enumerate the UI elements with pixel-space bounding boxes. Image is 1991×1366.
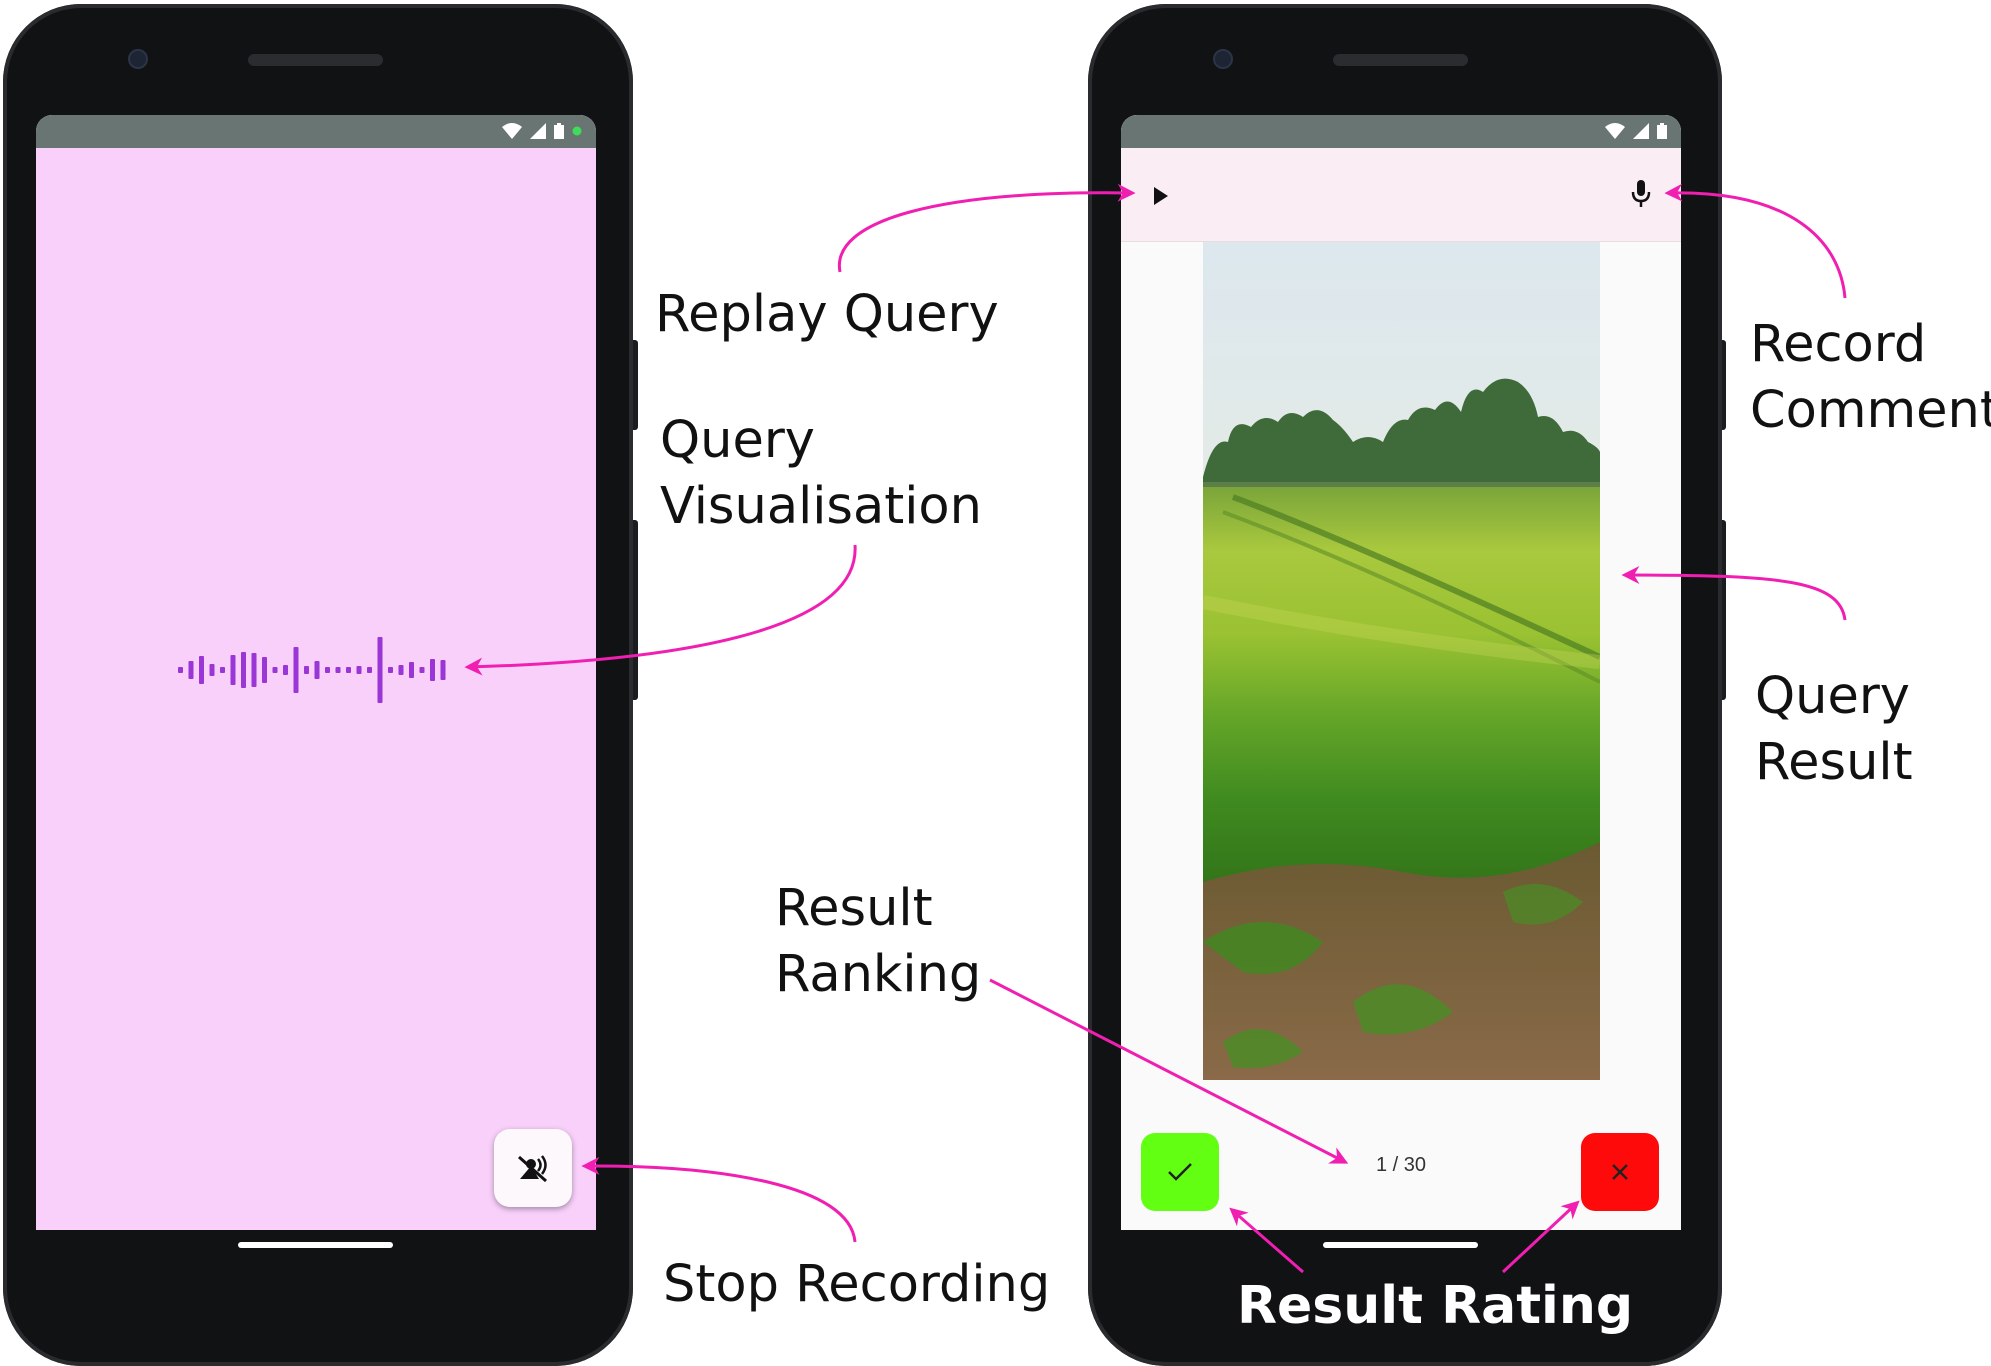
signal-icon [1633,123,1649,139]
label-record-comment-1: Record [1750,315,1927,374]
play-icon [1154,187,1168,205]
label-query-result-1: Query [1755,667,1910,726]
label-query-result-2: Result [1755,733,1913,792]
right-phone-camera [1213,49,1233,69]
waveform-bar [325,667,330,673]
wifi-icon [1605,123,1625,139]
signal-icon [530,123,546,139]
waveform-bar [314,661,320,679]
label-stop-recording: Stop Recording [663,1255,1051,1314]
waveform-bar [241,652,246,688]
mic-off-icon [518,1155,547,1183]
wifi-icon [502,123,522,139]
result-ranking: 1 / 30 [1376,1154,1427,1176]
label-query-visualisation-1: Query [660,411,815,470]
record-comment-button[interactable] [1621,174,1661,214]
waveform-bar [283,665,288,675]
waveform-bar [346,667,351,673]
waveform-bar [230,655,236,685]
right-phone-speaker [1333,54,1468,66]
waveform-bar [220,667,225,673]
waveform-bar [356,666,362,674]
status-bar [1121,115,1681,148]
waveform-bar [293,647,299,693]
battery-icon [554,123,564,139]
waveform-bar [251,653,257,687]
right-screen: 1 / 30 [1121,115,1681,1230]
waveform-bar [304,666,309,674]
right-home-indicator [1323,1242,1478,1248]
stop-recording-button[interactable] [494,1129,572,1207]
mic-icon [1631,180,1651,207]
left-screen [36,115,596,1230]
waveform-bar [188,661,194,679]
label-replay-query: Replay Query [655,285,999,344]
rating-bar: 1 / 30 [1121,1081,1681,1230]
waveform-bar [430,659,435,681]
waveform-bar [388,667,393,673]
left-phone [3,4,633,1366]
label-record-comment-2: Comment [1750,381,1991,440]
accept-result-button[interactable] [1141,1133,1219,1211]
label-result-ranking-1: Result [775,879,933,938]
waveform-bar [209,664,215,676]
right-phone: 1 / 30 [1088,4,1722,1366]
waveform-bar [178,667,183,673]
left-home-indicator [238,1242,393,1248]
waveform-bar [419,667,425,673]
label-result-ranking-2: Ranking [775,945,982,1004]
waveform-bar [409,662,414,678]
waveform-bar [440,660,446,680]
label-result-rating: Result Rating [1237,1276,1634,1336]
waveform-bar [398,665,404,675]
query-top-bar [1121,148,1681,242]
waveform-bar [262,657,267,683]
replay-query-button[interactable] [1141,176,1181,216]
recording-dot-icon [572,126,582,136]
waveform-bar [272,667,278,673]
query-result-image[interactable] [1203,242,1600,1080]
battery-icon [1657,123,1667,139]
left-phone-speaker [248,54,383,66]
status-bar [36,115,596,148]
left-phone-camera [128,49,148,69]
waveform-bar [199,656,204,684]
reject-result-button[interactable] [1581,1133,1659,1211]
waveform-bar [367,667,372,673]
waveform-bar [335,667,341,673]
waveform-bar [377,637,383,703]
check-icon [1168,1163,1192,1181]
close-icon [1612,1164,1628,1180]
label-query-visualisation-2: Visualisation [660,477,982,536]
audio-waveform [178,637,446,703]
